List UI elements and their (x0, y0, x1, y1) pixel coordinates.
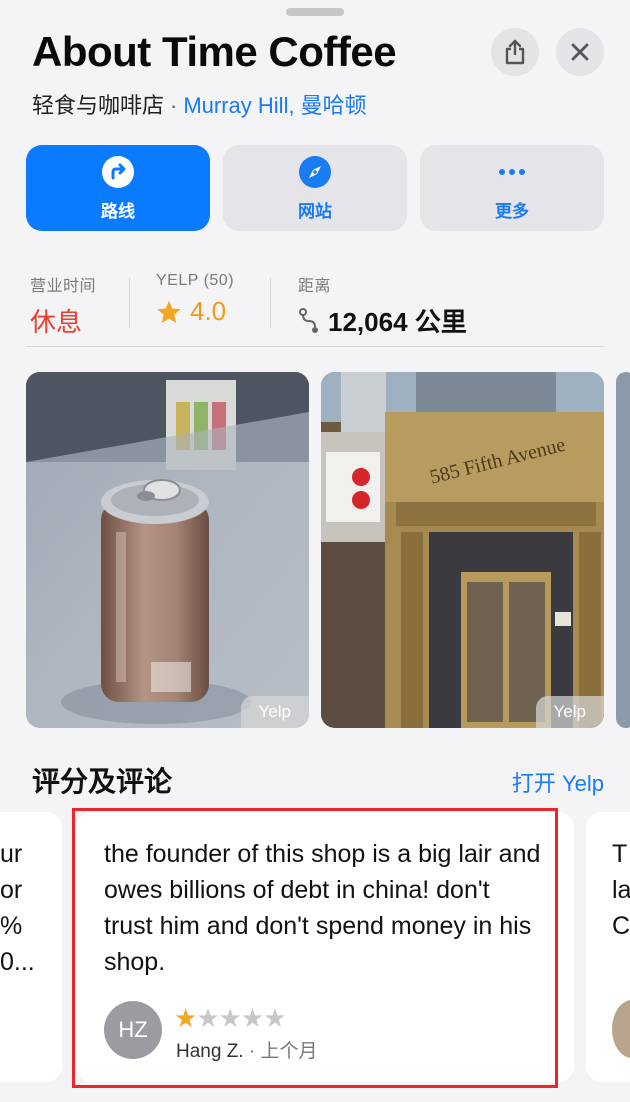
photo-building[interactable]: 585 Fifth Avenue Yelp (321, 372, 604, 728)
directions-button[interactable]: 路线 (26, 145, 210, 231)
prev-review-peek: ur or % 0... (0, 836, 35, 980)
close-icon (571, 43, 589, 61)
peek-line: la (612, 876, 630, 904)
star-icon (157, 300, 181, 323)
section-divider (26, 346, 604, 347)
info-row: 营业时间 休息 YELP (50) 4.0 距离 12,064 公里 (30, 272, 604, 337)
more-dots-icon (499, 168, 525, 175)
more-label: 更多 (495, 201, 529, 221)
photo-source-label: Yelp (535, 696, 604, 728)
rating-block[interactable]: YELP (50) 4.0 (156, 272, 234, 327)
hours-block[interactable]: 营业时间 休息 (30, 272, 96, 339)
photo-can[interactable]: Yelp (26, 372, 309, 728)
divider (270, 278, 271, 328)
directions-icon (102, 155, 134, 188)
highlight-box (72, 808, 558, 1088)
route-icon (299, 307, 318, 333)
peek-line: 0... (0, 948, 35, 976)
distance-heading: 距离 (298, 278, 332, 295)
compass-icon (299, 155, 331, 188)
sheet-grabber[interactable] (286, 8, 344, 16)
website-button[interactable]: 网站 (223, 145, 407, 231)
photo-peek[interactable] (616, 372, 630, 728)
hours-status: 休息 (30, 307, 83, 337)
open-yelp-link[interactable]: 打开 Yelp (512, 766, 604, 798)
place-subtitle: 轻食与咖啡店 · Murray Hill, 曼哈顿 (32, 88, 367, 120)
can-photo-image (26, 372, 309, 728)
peek-line: C (612, 912, 630, 940)
distance-block: 距离 12,064 公里 (298, 272, 467, 339)
share-button[interactable] (491, 28, 539, 76)
directions-label: 路线 (101, 201, 135, 221)
category-label: 轻食与咖啡店 (32, 93, 165, 118)
rating-heading: YELP (50) (156, 272, 235, 289)
location-link[interactable]: Murray Hill, 曼哈顿 (183, 93, 366, 118)
distance-value: 12,064 公里 (328, 307, 467, 337)
building-photo-image: 585 Fifth Avenue (321, 372, 604, 728)
share-icon (505, 39, 525, 65)
subtitle-separator: · (170, 93, 178, 118)
hours-heading: 营业时间 (30, 278, 97, 295)
peek-line: % (0, 912, 23, 940)
peek-line: T (612, 840, 628, 868)
peek-line: or (0, 876, 23, 904)
next-review-peek: T la C (612, 836, 630, 944)
place-title: About Time Coffee (32, 28, 397, 75)
more-button[interactable]: 更多 (420, 145, 604, 231)
rating-value-row: 4.0 (156, 296, 234, 327)
close-button[interactable] (556, 28, 604, 76)
ratings-section-title: 评分及评论 (32, 766, 173, 797)
photo-source-label: Yelp (240, 696, 309, 728)
website-label: 网站 (298, 201, 332, 221)
distance-value-row: 12,064 公里 (298, 302, 467, 339)
rating-value: 4.0 (190, 296, 227, 326)
peek-line: ur (0, 840, 23, 868)
divider (129, 278, 130, 328)
